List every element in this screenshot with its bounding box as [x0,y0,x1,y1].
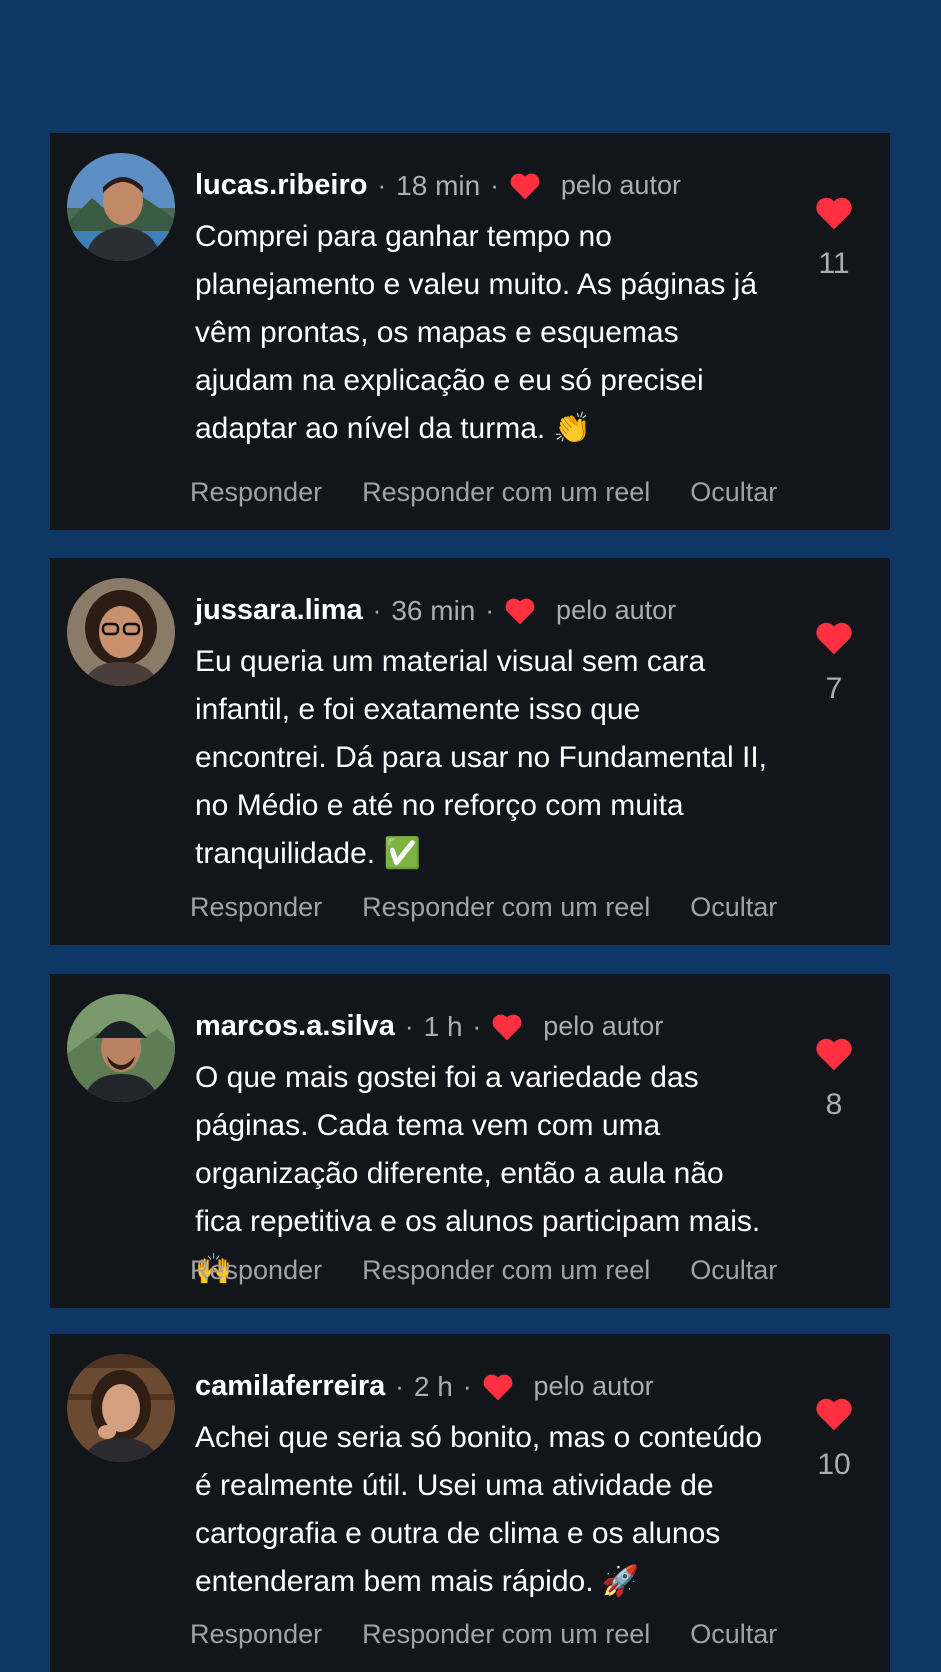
timestamp: 2 h [413,1370,453,1402]
comment-body: Achei que seria só bonito, mas o conteúd… [195,1421,763,1598]
comment-card: marcos.a.silva · 1 h · pelo autor O que … [50,974,890,1308]
comment-header: camilaferreira · 2 h · pelo autor [195,1370,780,1403]
comment-text: Comprei para ganhar tempo no planejament… [195,213,775,453]
comment-actions: Responder Responder com um reel Ocultar [190,1619,777,1650]
separator-dot: · [377,170,387,200]
separator-dot: · [404,1011,414,1041]
like-control[interactable]: 7 [808,620,860,706]
comment-header: lucas.ribeiro · 18 min · pelo autor [195,169,780,202]
avatar[interactable] [67,578,175,686]
like-count: 7 [825,672,843,705]
username[interactable]: lucas.ribeiro [195,169,367,202]
heart-icon [504,596,536,626]
timestamp: 36 min [391,594,476,626]
liked-by-author-label: pelo autor [560,170,681,200]
reply-button[interactable]: Responder [190,1255,322,1286]
comment-body: Comprei para ganhar tempo no planejament… [195,220,758,445]
liked-by-author-label: pelo autor [533,1371,654,1401]
like-count: 10 [817,1448,851,1481]
emoji: 🚀 [601,1565,640,1598]
liked-by-author-label: pelo autor [543,1011,664,1041]
like-count: 8 [825,1088,843,1121]
comment-header: marcos.a.silva · 1 h · pelo autor [195,1010,780,1043]
comment-body: O que mais gostei foi a variedade das pá… [195,1061,761,1238]
timestamp: 1 h [423,1010,463,1042]
comment-card: lucas.ribeiro · 18 min · pelo autor Comp… [50,133,890,530]
hide-button[interactable]: Ocultar [690,1619,777,1650]
comment-actions: Responder Responder com um reel Ocultar [190,892,777,923]
comment-actions: Responder Responder com um reel Ocultar [190,1255,777,1286]
emoji: 👏 [553,412,591,445]
heart-icon [509,171,541,201]
comments-page: lucas.ribeiro · 18 min · pelo autor Comp… [0,0,941,1672]
heart-icon[interactable] [814,620,854,660]
comment-card: camilaferreira · 2 h · pelo autor Achei … [50,1334,890,1672]
avatar[interactable] [67,1354,175,1462]
heart-icon [482,1372,514,1402]
emoji: ✅ [383,837,421,870]
reply-button[interactable]: Responder [190,892,322,923]
avatar[interactable] [67,153,175,261]
heart-icon [491,1012,523,1042]
reply-with-reel-button[interactable]: Responder com um reel [362,1619,650,1650]
username[interactable]: camilaferreira [195,1370,385,1403]
comment-header: jussara.lima · 36 min · pelo autor [195,594,780,627]
reply-with-reel-button[interactable]: Responder com um reel [362,477,650,508]
liked-by-author-label: pelo autor [556,595,677,625]
reply-button[interactable]: Responder [190,477,322,508]
separator-dot: · [372,595,382,625]
heart-icon[interactable] [814,1036,854,1076]
separator-dot: · [472,1011,482,1041]
like-count: 11 [818,247,850,280]
like-control[interactable]: 10 [808,1396,860,1482]
hide-button[interactable]: Ocultar [690,1255,777,1286]
comment-card: jussara.lima · 36 min · pelo autor Eu qu… [50,558,890,945]
heart-icon[interactable] [814,195,854,235]
comment-text: Eu queria um material visual sem cara in… [195,638,775,878]
hide-button[interactable]: Ocultar [690,892,777,923]
username[interactable]: jussara.lima [195,594,363,627]
separator-dot: · [395,1371,404,1401]
timestamp: 18 min [396,169,481,201]
separator-dot: · [485,595,495,625]
reply-button[interactable]: Responder [190,1619,322,1650]
username[interactable]: marcos.a.silva [195,1010,395,1043]
separator-dot: · [462,1371,472,1401]
like-control[interactable]: 8 [808,1036,860,1122]
like-control[interactable]: 11 [808,195,860,281]
reply-with-reel-button[interactable]: Responder com um reel [362,1255,650,1286]
heart-icon[interactable] [814,1396,854,1436]
avatar[interactable] [67,994,175,1102]
reply-with-reel-button[interactable]: Responder com um reel [362,892,650,923]
hide-button[interactable]: Ocultar [690,477,777,508]
comment-actions: Responder Responder com um reel Ocultar [190,477,777,508]
comment-body: Eu queria um material visual sem cara in… [195,645,767,870]
separator-dot: · [490,170,499,200]
comment-text: Achei que seria só bonito, mas o conteúd… [195,1414,775,1606]
